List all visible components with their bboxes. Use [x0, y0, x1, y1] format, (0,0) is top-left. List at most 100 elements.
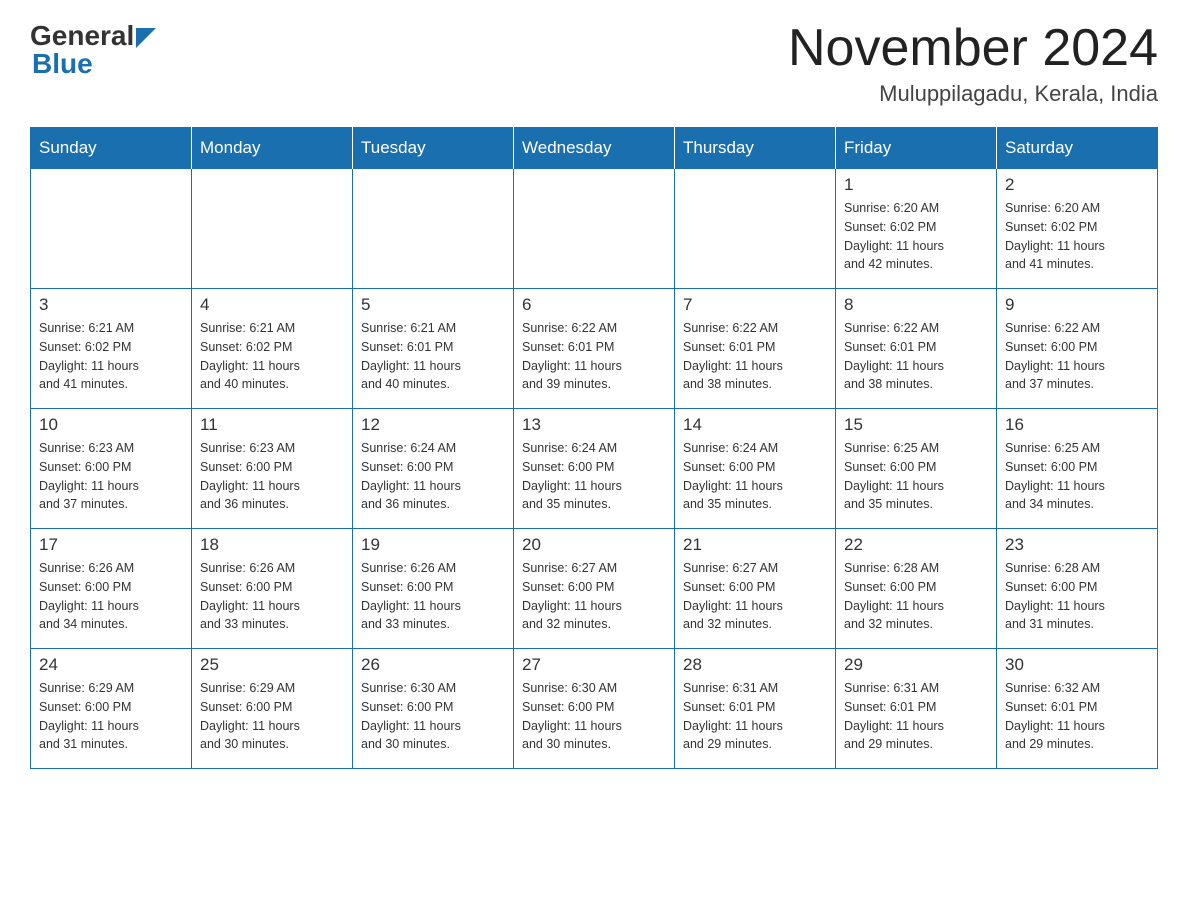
calendar-day-header-thursday: Thursday: [675, 128, 836, 169]
calendar-week-row: 24 Sunrise: 6:29 AMSunset: 6:00 PMDayligh…: [31, 649, 1158, 769]
calendar-cell: 6 Sunrise: 6:22 AMSunset: 6:01 PMDaylight…: [514, 289, 675, 409]
day-info: Sunrise: 6:30 AMSunset: 6:00 PMDaylight:…: [361, 679, 505, 754]
day-number: 30: [1005, 655, 1149, 675]
day-info: Sunrise: 6:21 AMSunset: 6:01 PMDaylight:…: [361, 319, 505, 394]
day-number: 18: [200, 535, 344, 555]
day-info: Sunrise: 6:21 AMSunset: 6:02 PMDaylight:…: [200, 319, 344, 394]
day-number: 26: [361, 655, 505, 675]
calendar-cell: 25 Sunrise: 6:29 AMSunset: 6:00 PMDayligh…: [192, 649, 353, 769]
calendar-cell: 28 Sunrise: 6:31 AMSunset: 6:01 PMDayligh…: [675, 649, 836, 769]
day-number: 1: [844, 175, 988, 195]
day-info: Sunrise: 6:20 AMSunset: 6:02 PMDaylight:…: [844, 199, 988, 274]
calendar-day-header-monday: Monday: [192, 128, 353, 169]
day-number: 20: [522, 535, 666, 555]
calendar-week-row: 10 Sunrise: 6:23 AMSunset: 6:00 PMDayligh…: [31, 409, 1158, 529]
calendar-cell: 7Sunrise: 6:22 AMSunset: 6:01 PMDaylight…: [675, 289, 836, 409]
calendar-cell: 12Sunrise: 6:24 AMSunset: 6:00 PMDayligh…: [353, 409, 514, 529]
day-number: 19: [361, 535, 505, 555]
month-title: November 2024: [788, 20, 1158, 77]
calendar-cell: [514, 169, 675, 289]
day-number: 8: [844, 295, 988, 315]
calendar-cell: 20Sunrise: 6:27 AMSunset: 6:00 PMDayligh…: [514, 529, 675, 649]
day-info: Sunrise: 6:32 AMSunset: 6:01 PMDaylight:…: [1005, 679, 1149, 754]
day-number: 15: [844, 415, 988, 435]
calendar-table: SundayMondayTuesdayWednesdayThursdayFrid…: [30, 127, 1158, 769]
calendar-cell: 5Sunrise: 6:21 AMSunset: 6:01 PMDaylight…: [353, 289, 514, 409]
calendar-cell: 19 Sunrise: 6:26 AMSunset: 6:00 PMDayligh…: [353, 529, 514, 649]
day-info: Sunrise: 6:27 AMSunset: 6:00 PMDaylight:…: [683, 559, 827, 634]
logo: General Blue: [30, 20, 156, 80]
day-number: 17: [39, 535, 183, 555]
calendar-cell: 15 Sunrise: 6:25 AMSunset: 6:00 PMDayligh…: [836, 409, 997, 529]
calendar-week-row: 1 Sunrise: 6:20 AMSunset: 6:02 PMDaylight…: [31, 169, 1158, 289]
calendar-cell: 8 Sunrise: 6:22 AMSunset: 6:01 PMDaylight…: [836, 289, 997, 409]
day-number: 13: [522, 415, 666, 435]
day-number: 10: [39, 415, 183, 435]
day-info: Sunrise: 6:22 AMSunset: 6:01 PMDaylight:…: [522, 319, 666, 394]
day-number: 28: [683, 655, 827, 675]
day-number: 9: [1005, 295, 1149, 315]
day-info: Sunrise: 6:24 AMSunset: 6:00 PMDaylight:…: [522, 439, 666, 514]
calendar-cell: 18Sunrise: 6:26 AMSunset: 6:00 PMDayligh…: [192, 529, 353, 649]
day-number: 25: [200, 655, 344, 675]
day-number: 16: [1005, 415, 1149, 435]
calendar-day-header-friday: Friday: [836, 128, 997, 169]
day-number: 21: [683, 535, 827, 555]
calendar-cell: [31, 169, 192, 289]
day-info: Sunrise: 6:29 AMSunset: 6:00 PMDaylight:…: [200, 679, 344, 754]
day-info: Sunrise: 6:25 AMSunset: 6:00 PMDaylight:…: [1005, 439, 1149, 514]
calendar-cell: 29 Sunrise: 6:31 AMSunset: 6:01 PMDayligh…: [836, 649, 997, 769]
day-number: 4: [200, 295, 344, 315]
day-info: Sunrise: 6:25 AMSunset: 6:00 PMDaylight:…: [844, 439, 988, 514]
day-info: Sunrise: 6:31 AMSunset: 6:01 PMDaylight:…: [683, 679, 827, 754]
calendar-cell: [192, 169, 353, 289]
day-number: 23: [1005, 535, 1149, 555]
calendar-cell: 3 Sunrise: 6:21 AMSunset: 6:02 PMDaylight…: [31, 289, 192, 409]
calendar-cell: 13 Sunrise: 6:24 AMSunset: 6:00 PMDayligh…: [514, 409, 675, 529]
day-info: Sunrise: 6:22 AMSunset: 6:01 PMDaylight:…: [683, 319, 827, 394]
calendar-cell: 14 Sunrise: 6:24 AMSunset: 6:00 PMDayligh…: [675, 409, 836, 529]
day-info: Sunrise: 6:24 AMSunset: 6:00 PMDaylight:…: [361, 439, 505, 514]
day-number: 14: [683, 415, 827, 435]
calendar-day-header-wednesday: Wednesday: [514, 128, 675, 169]
day-info: Sunrise: 6:23 AMSunset: 6:00 PMDaylight:…: [200, 439, 344, 514]
page-header: General Blue November 2024 Muluppilagadu…: [30, 20, 1158, 107]
day-info: Sunrise: 6:21 AMSunset: 6:02 PMDaylight:…: [39, 319, 183, 394]
day-info: Sunrise: 6:22 AMSunset: 6:00 PMDaylight:…: [1005, 319, 1149, 394]
calendar-day-header-saturday: Saturday: [997, 128, 1158, 169]
calendar-cell: [353, 169, 514, 289]
calendar-cell: 11 Sunrise: 6:23 AMSunset: 6:00 PMDayligh…: [192, 409, 353, 529]
day-info: Sunrise: 6:31 AMSunset: 6:01 PMDaylight:…: [844, 679, 988, 754]
day-number: 2: [1005, 175, 1149, 195]
day-info: Sunrise: 6:28 AMSunset: 6:00 PMDaylight:…: [844, 559, 988, 634]
day-info: Sunrise: 6:23 AMSunset: 6:00 PMDaylight:…: [39, 439, 183, 514]
calendar-cell: 23 Sunrise: 6:28 AMSunset: 6:00 PMDayligh…: [997, 529, 1158, 649]
calendar-cell: 17 Sunrise: 6:26 AMSunset: 6:00 PMDayligh…: [31, 529, 192, 649]
day-info: Sunrise: 6:26 AMSunset: 6:00 PMDaylight:…: [39, 559, 183, 634]
calendar-cell: [675, 169, 836, 289]
location-text: Muluppilagadu, Kerala, India: [788, 81, 1158, 107]
day-number: 24: [39, 655, 183, 675]
calendar-cell: 10 Sunrise: 6:23 AMSunset: 6:00 PMDayligh…: [31, 409, 192, 529]
day-info: Sunrise: 6:20 AMSunset: 6:02 PMDaylight:…: [1005, 199, 1149, 274]
calendar-cell: 4 Sunrise: 6:21 AMSunset: 6:02 PMDaylight…: [192, 289, 353, 409]
title-section: November 2024 Muluppilagadu, Kerala, Ind…: [788, 20, 1158, 107]
calendar-cell: 30 Sunrise: 6:32 AMSunset: 6:01 PMDayligh…: [997, 649, 1158, 769]
day-number: 3: [39, 295, 183, 315]
calendar-week-row: 17 Sunrise: 6:26 AMSunset: 6:00 PMDayligh…: [31, 529, 1158, 649]
day-number: 6: [522, 295, 666, 315]
calendar-cell: 16 Sunrise: 6:25 AMSunset: 6:00 PMDayligh…: [997, 409, 1158, 529]
calendar-cell: 9 Sunrise: 6:22 AMSunset: 6:00 PMDaylight…: [997, 289, 1158, 409]
calendar-cell: 1 Sunrise: 6:20 AMSunset: 6:02 PMDaylight…: [836, 169, 997, 289]
logo-arrow-icon: [136, 28, 156, 48]
day-number: 29: [844, 655, 988, 675]
day-info: Sunrise: 6:24 AMSunset: 6:00 PMDaylight:…: [683, 439, 827, 514]
day-info: Sunrise: 6:28 AMSunset: 6:00 PMDaylight:…: [1005, 559, 1149, 634]
day-number: 11: [200, 415, 344, 435]
calendar-cell: 27Sunrise: 6:30 AMSunset: 6:00 PMDayligh…: [514, 649, 675, 769]
day-info: Sunrise: 6:26 AMSunset: 6:00 PMDaylight:…: [361, 559, 505, 634]
day-number: 27: [522, 655, 666, 675]
calendar-day-header-tuesday: Tuesday: [353, 128, 514, 169]
day-number: 22: [844, 535, 988, 555]
day-info: Sunrise: 6:22 AMSunset: 6:01 PMDaylight:…: [844, 319, 988, 394]
